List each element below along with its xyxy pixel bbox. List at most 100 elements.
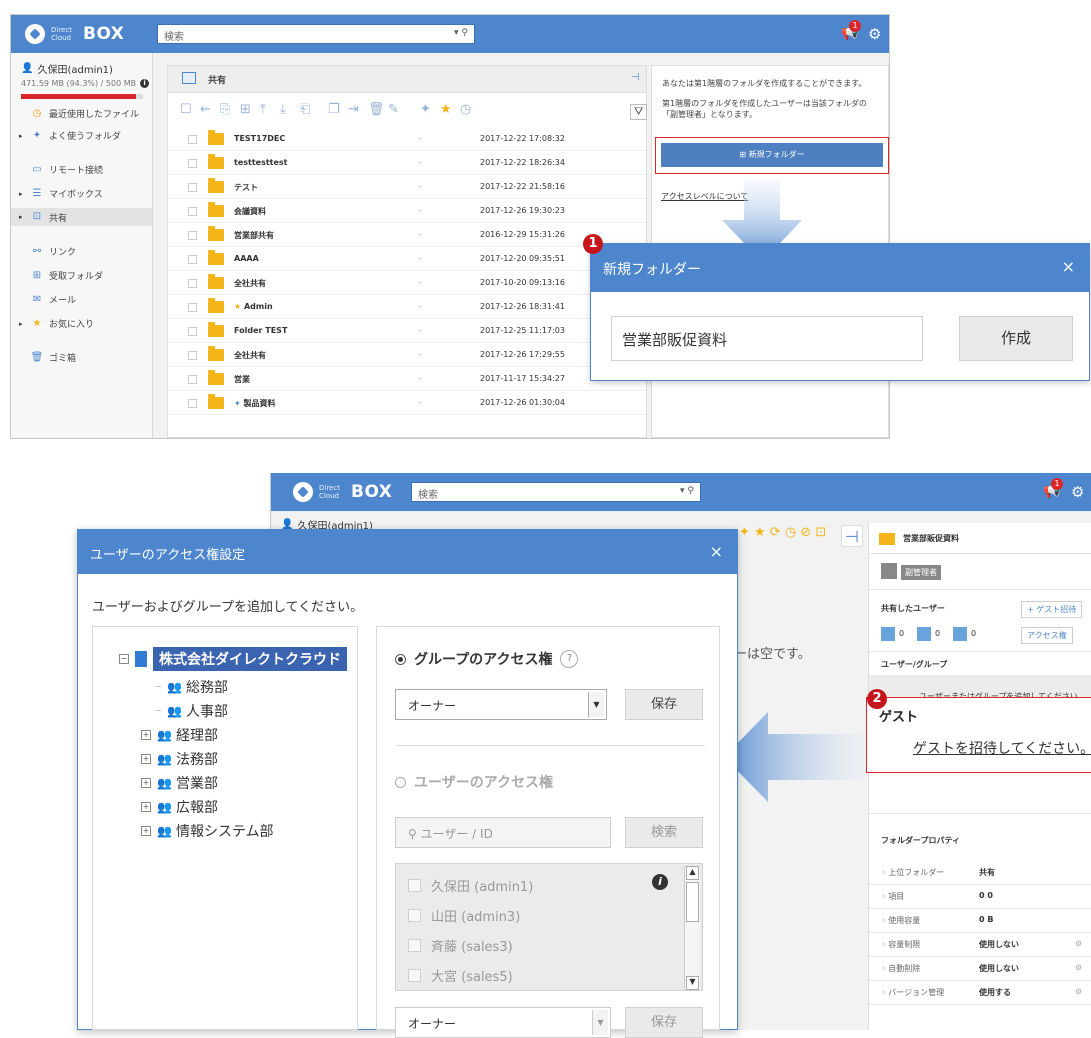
expand-icon[interactable]: + xyxy=(141,802,151,812)
table-row[interactable]: AAAA - 2017-12-20 09:35:51 xyxy=(168,248,646,271)
create-button[interactable]: 作成 xyxy=(959,316,1073,361)
search-input-2[interactable]: 検索 ▾ ⚲ xyxy=(411,482,701,502)
search-dropdown-icon[interactable]: ▾ ⚲ xyxy=(680,486,694,496)
select-all-checkbox[interactable]: ☐ xyxy=(180,102,192,117)
table-row[interactable]: Folder TEST - 2017-12-25 11:17:03 xyxy=(168,320,646,343)
info-icon[interactable]: i xyxy=(140,79,150,88)
chevron-down-icon[interactable]: ▼ xyxy=(592,1010,608,1035)
row-checkbox[interactable] xyxy=(188,231,197,240)
sidebar-item-8[interactable]: ▸ ★ お気に入り xyxy=(19,317,94,331)
access-rights-button[interactable]: アクセス権 xyxy=(1021,627,1073,644)
tree-item[interactable]: ┄ 👥 総務部 xyxy=(155,677,228,697)
file-name-cell[interactable]: ★ Admin xyxy=(234,302,273,311)
chevron-down-icon[interactable]: ▼ xyxy=(588,692,604,717)
new-folder-icon[interactable]: ⊞ xyxy=(240,102,251,117)
download-icon[interactable]: ⤓ xyxy=(280,102,286,117)
filter-icon[interactable]: ⛛ xyxy=(630,104,648,120)
scroll-down-icon[interactable]: ▼ xyxy=(686,976,699,990)
search-dropdown-icon[interactable]: ▾ ⚲ xyxy=(454,28,468,38)
invite-guest-button[interactable]: + ゲスト招待 xyxy=(1021,601,1083,618)
sidebar-item-7[interactable]: ✉ メール xyxy=(19,293,76,307)
user-checkbox[interactable] xyxy=(408,879,421,892)
user-checkbox[interactable] xyxy=(408,969,421,982)
user-access-option[interactable]: ユーザーのアクセス権 xyxy=(395,772,553,792)
row-checkbox[interactable] xyxy=(188,255,197,264)
row-checkbox[interactable] xyxy=(188,279,197,288)
file-name-cell[interactable]: 会議資料 xyxy=(234,206,266,217)
new-folder-button[interactable]: ⊞ 新規フォルダー xyxy=(661,143,883,167)
expand-arrow-icon[interactable]: ▸ xyxy=(19,132,25,140)
expand-icon[interactable]: + xyxy=(141,778,151,788)
invite-guest-link[interactable]: ゲストを招待してください。 xyxy=(913,738,1091,758)
folder-name-input[interactable]: 営業部販促資料 xyxy=(611,316,923,361)
sidebar-item-5[interactable]: ⚯ リンク xyxy=(19,245,76,259)
expand-arrow-icon[interactable]: ▸ xyxy=(19,190,25,198)
row-checkbox[interactable] xyxy=(188,135,197,144)
table-row[interactable]: 全社共有 - 2017-10-20 09:13:16 xyxy=(168,272,646,295)
collapse-panel-icon[interactable]: ⊣ xyxy=(841,525,863,547)
table-row[interactable]: ★ Admin - 2017-12-26 18:31:41 xyxy=(168,296,646,319)
upload-icon[interactable]: ⤒ xyxy=(260,102,266,117)
user-list-scrollbar[interactable]: ▲ ▼ xyxy=(684,866,700,990)
collapse-icon[interactable]: − xyxy=(119,654,129,664)
table-row[interactable]: テスト - 2017-12-22 21:58:16 xyxy=(168,176,646,199)
row-checkbox[interactable] xyxy=(188,399,197,408)
table-row[interactable]: 営業部共有 - 2016-12-29 15:31:26 xyxy=(168,224,646,247)
row-checkbox[interactable] xyxy=(188,159,197,168)
user-checkbox[interactable] xyxy=(408,909,421,922)
file-name-cell[interactable]: テスト xyxy=(234,182,258,193)
list-item[interactable]: 山田 (admin3) xyxy=(408,906,520,925)
file-name-cell[interactable]: 全社共有 xyxy=(234,350,266,361)
table-row[interactable]: testtesttest - 2017-12-22 18:26:34 xyxy=(168,152,646,175)
info-icon[interactable]: i xyxy=(652,874,668,890)
tree-item[interactable]: + 👥 営業部 xyxy=(141,773,218,793)
expand-arrow-icon[interactable]: ▸ xyxy=(19,213,25,221)
app-logo[interactable]: Direct Cloud BOX xyxy=(25,24,124,44)
duplicate-icon[interactable]: ❐ xyxy=(328,102,340,117)
tree-item[interactable]: + 👥 経理部 xyxy=(141,725,218,745)
back-icon[interactable]: ← xyxy=(200,102,211,117)
group-role-select[interactable]: オーナー ▼ xyxy=(395,689,607,720)
user-checkbox[interactable] xyxy=(408,939,421,952)
history-icon[interactable]: ◷ xyxy=(460,102,471,117)
file-name-cell[interactable]: testtesttest xyxy=(234,158,288,167)
sidebar-item-2[interactable]: ▭ リモート接続 xyxy=(19,163,103,177)
user-search-input[interactable]: ⚲ ユーザー / ID xyxy=(395,817,611,848)
tree-item[interactable]: ┄ 👥 人事部 xyxy=(155,701,228,721)
tree-item[interactable]: + 👥 広報部 xyxy=(141,797,218,817)
delete-icon[interactable]: 🗑 xyxy=(368,102,385,117)
star-icon[interactable]: ★ xyxy=(440,102,452,117)
copy-icon[interactable]: ⎘ xyxy=(220,102,230,117)
file-name-cell[interactable]: TEST17DEC xyxy=(234,134,285,143)
sidebar-item-4[interactable]: ▸ ⊡ 共有 xyxy=(11,208,152,226)
breadcrumb-shared[interactable]: 共有 xyxy=(208,73,226,86)
tree-item[interactable]: + 👥 法務部 xyxy=(141,749,218,769)
list-item[interactable]: 久保田 (admin1) xyxy=(408,876,533,895)
sidebar-item-3[interactable]: ▸ ☰ マイボックス xyxy=(19,187,103,201)
expand-icon[interactable]: + xyxy=(141,826,151,836)
row-checkbox[interactable] xyxy=(188,183,197,192)
move-icon[interactable]: ⇥ xyxy=(348,102,359,117)
table-row[interactable]: 営業 - 2017-11-17 15:34:27 xyxy=(168,368,646,391)
user-save-button[interactable]: 保存 xyxy=(625,1007,703,1038)
expand-arrow-icon[interactable]: ▸ xyxy=(19,320,25,328)
file-name-cell[interactable]: Folder TEST xyxy=(234,326,287,335)
list-item[interactable]: 大宮 (sales5) xyxy=(408,966,513,985)
gear-icon[interactable]: ⚙ xyxy=(1075,987,1082,996)
rename-icon[interactable]: ✎ xyxy=(388,102,399,117)
gear-icon[interactable]: ⚙ xyxy=(1075,963,1082,972)
row-checkbox[interactable] xyxy=(188,207,197,216)
group-save-button[interactable]: 保存 xyxy=(625,689,703,720)
help-icon[interactable]: ? xyxy=(560,650,579,668)
search-input[interactable]: 検索 ▾ ⚲ xyxy=(157,24,475,44)
user-search-button[interactable]: 検索 xyxy=(625,817,703,848)
file-name-cell[interactable]: ✦ 製品資料 xyxy=(234,398,276,409)
user-role-select[interactable]: オーナー ▼ xyxy=(395,1007,611,1038)
sidebar-item-0[interactable]: ◷ 最近使用したファイル xyxy=(19,107,139,121)
clipboard-icon[interactable]: ⎗ xyxy=(300,102,310,117)
row-checkbox[interactable] xyxy=(188,375,197,384)
tree-item[interactable]: + 👥 情報システム部 xyxy=(141,821,274,841)
group-access-option[interactable]: グループのアクセス権 ? xyxy=(395,649,579,669)
table-row[interactable]: ✦ 製品資料 - 2017-12-26 01:30:04 xyxy=(168,392,646,415)
table-row[interactable]: 会議資料 - 2017-12-26 19:30:23 xyxy=(168,200,646,223)
